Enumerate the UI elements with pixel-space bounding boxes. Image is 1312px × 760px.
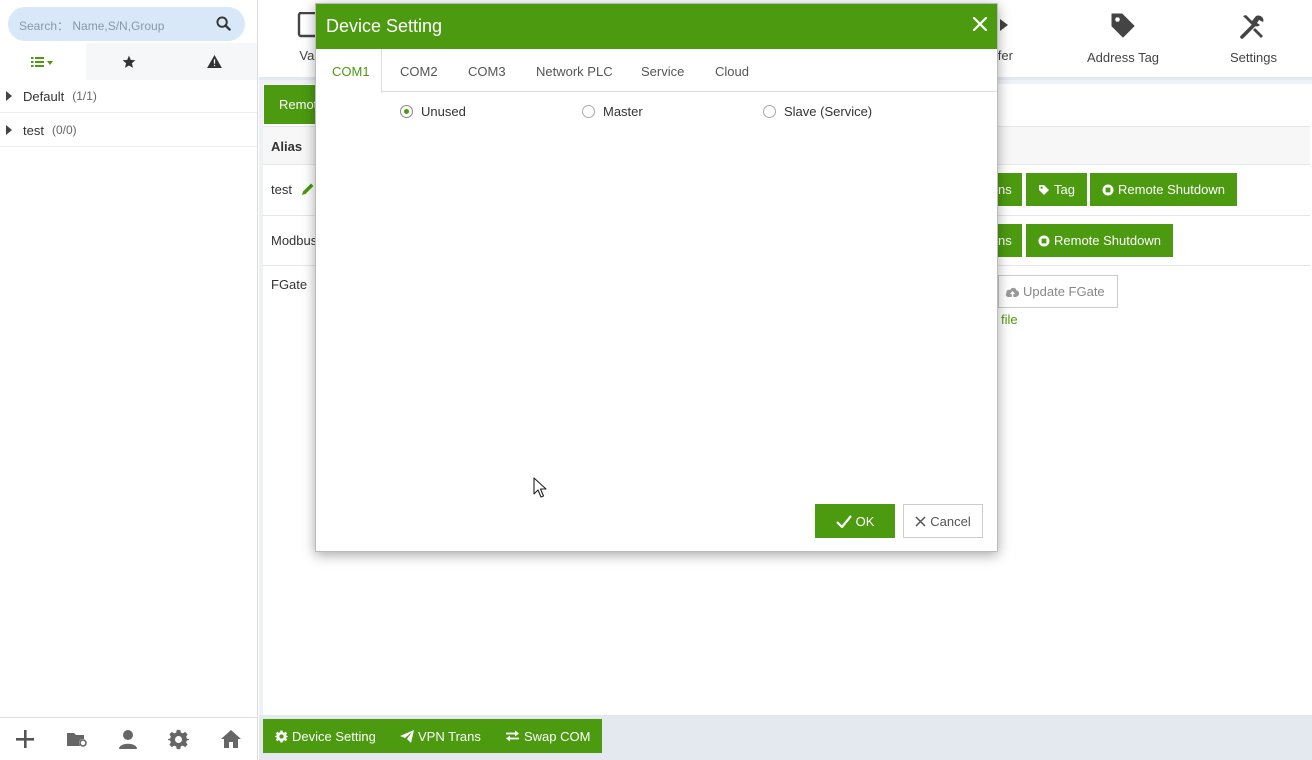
device-setting-label: Device Setting [292, 728, 376, 744]
tree-item-name: test [23, 122, 44, 138]
cancel-button[interactable]: Cancel [903, 504, 983, 538]
file-link[interactable]: file [1001, 312, 1018, 327]
device-setting-dialog: Device Setting COM1 COM2 COM3 Network PL… [315, 3, 998, 552]
ok-label: OK [855, 513, 875, 529]
expand-caret-icon[interactable] [6, 91, 12, 101]
gear-icon [275, 730, 288, 743]
row-action-label: ns [998, 233, 1012, 248]
swap-com-button[interactable]: Swap COM [493, 719, 603, 753]
tools-icon [1239, 12, 1267, 40]
tree-item-test[interactable]: test (0/0) [0, 114, 257, 147]
toolbar-settings-label: Settings [1230, 50, 1277, 65]
toolbar-address-tag-label: Address Tag [1087, 50, 1160, 65]
tab-network-plc-label: Network PLC [536, 64, 613, 79]
update-fgate-button[interactable]: Update FGate [998, 275, 1118, 308]
row-action-button[interactable]: ns [998, 173, 1022, 206]
sidebar-tabs [0, 43, 258, 81]
close-icon [915, 515, 926, 527]
search-placeholder: Search： Name,S/N,Group [19, 19, 165, 33]
tab-service[interactable]: Service [641, 49, 684, 92]
row-action-label: ns [998, 182, 1012, 197]
tree-item-count: (0/0) [51, 123, 77, 137]
warning-icon [206, 55, 222, 68]
bottom-action-bar: Device Setting VPN Trans Swap COM [259, 715, 1312, 760]
search-icon[interactable] [216, 16, 231, 31]
folder-settings-icon[interactable] [66, 730, 88, 748]
dialog-header: Device Setting [316, 4, 997, 49]
tag-icon [1038, 184, 1050, 196]
radio-unused[interactable]: Unused [400, 104, 466, 119]
update-fgate-label: Update FGate [1023, 284, 1105, 299]
vpn-trans-button[interactable]: VPN Trans [388, 719, 493, 753]
radio-unused-control[interactable] [400, 105, 413, 118]
toolbar-settings[interactable]: Settings [1230, 12, 1277, 65]
dialog-title: Device Setting [326, 16, 443, 36]
radio-slave-service-control[interactable] [763, 105, 776, 118]
tree-item-default[interactable]: Default (1/1) [0, 80, 257, 113]
tab-com3-label: COM3 [468, 64, 506, 79]
tag-button[interactable]: Tag [1026, 173, 1087, 206]
check-icon [835, 514, 852, 528]
stop-circle-icon [1102, 184, 1114, 196]
remote-shutdown-button[interactable]: Remote Shutdown [1090, 173, 1237, 206]
close-icon[interactable] [972, 16, 988, 32]
tab-com3[interactable]: COM3 [468, 49, 506, 92]
tab-com2[interactable]: COM2 [400, 49, 438, 92]
edit-pencil-icon[interactable] [301, 182, 315, 196]
radio-master[interactable]: Master [582, 104, 643, 119]
radio-master-label: Master [603, 104, 643, 119]
tree-item-name: Default [23, 88, 65, 104]
tab-network-plc[interactable]: Network PLC [536, 49, 613, 92]
tab-service-label: Service [641, 64, 685, 79]
tag-icon [1110, 12, 1136, 40]
radio-slave-service[interactable]: Slave (Service) [763, 104, 872, 119]
remote-shutdown-label: Remote Shutdown [1054, 233, 1161, 248]
swap-com-label: Swap COM [524, 728, 591, 744]
home-icon[interactable] [220, 729, 242, 749]
tab-cloud-label: Cloud [715, 64, 749, 79]
tab-favorites[interactable] [85, 43, 172, 80]
tab-alarms[interactable] [171, 43, 258, 80]
swap-arrows-icon [505, 730, 520, 742]
radio-slave-service-label: Slave (Service) [784, 104, 873, 119]
toolbar-address-tag[interactable]: Address Tag [1087, 12, 1159, 65]
column-header-alias: Alias [271, 139, 303, 154]
device-setting-button[interactable]: Device Setting [263, 719, 388, 753]
star-icon [122, 55, 136, 69]
row-alias: test [271, 182, 292, 197]
list-dropdown-icon [30, 56, 55, 68]
paper-plane-icon [400, 729, 414, 743]
radio-master-control[interactable] [582, 105, 595, 118]
row-action-button[interactable]: ns [998, 224, 1022, 257]
radio-unused-label: Unused [421, 104, 466, 119]
ok-button[interactable]: OK [815, 504, 895, 538]
user-icon[interactable] [118, 729, 138, 749]
tab-com1[interactable]: COM1 [316, 49, 382, 93]
row-alias: Modbus [271, 233, 318, 248]
cancel-label: Cancel [930, 513, 971, 529]
expand-caret-icon[interactable] [6, 125, 12, 135]
cloud-upload-icon [1005, 286, 1020, 298]
remote-shutdown-button[interactable]: Remote Shutdown [1026, 224, 1173, 257]
stop-circle-icon [1038, 235, 1050, 247]
mouse-cursor-icon [533, 477, 547, 498]
tab-com2-label: COM2 [400, 64, 438, 79]
search-input[interactable]: Search： Name,S/N,Group [8, 7, 245, 41]
sidebar-bottom-toolbar [0, 717, 257, 760]
tab-cloud[interactable]: Cloud [715, 49, 749, 92]
sidebar: Search： Name,S/N,Group Default (1/1) tes… [0, 0, 258, 760]
vpn-trans-label: VPN Trans [418, 728, 481, 744]
tab-com1-label: COM1 [332, 64, 370, 79]
tag-button-label: Tag [1054, 182, 1075, 197]
gear-icon[interactable] [168, 729, 190, 750]
row-alias: FGate [271, 277, 308, 292]
tab-list-view[interactable] [0, 43, 86, 80]
remote-shutdown-label: Remote Shutdown [1118, 182, 1225, 197]
dialog-tabs: COM1 COM2 COM3 Network PLC Service Cloud [316, 49, 997, 93]
tree-item-count: (1/1) [72, 89, 97, 103]
add-icon[interactable] [15, 729, 35, 749]
